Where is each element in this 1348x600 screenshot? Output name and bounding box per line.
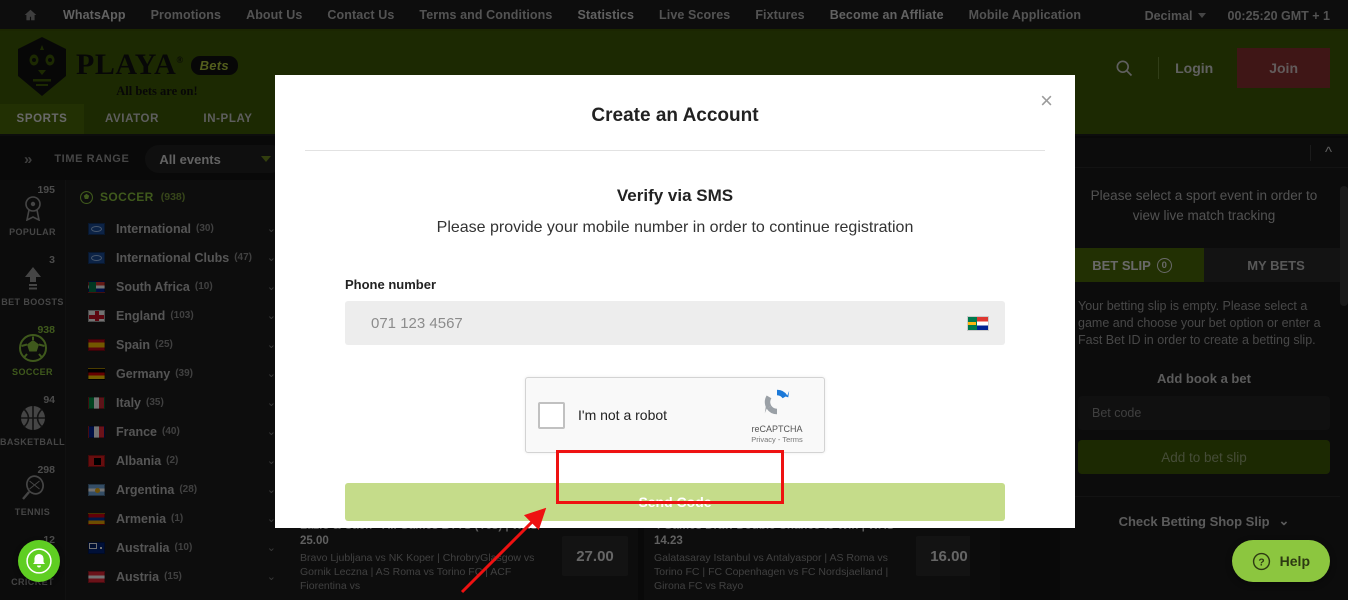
recaptcha-label: I'm not a robot <box>578 407 668 423</box>
bell-icon <box>26 548 52 574</box>
notification-bell-button[interactable] <box>18 540 60 582</box>
recaptcha-logo-icon <box>764 389 790 414</box>
app-root: WhatsApp Promotions About Us Contact Us … <box>0 0 1348 600</box>
phone-number-placeholder: 071 123 4567 <box>371 314 463 332</box>
recaptcha-legal-links[interactable]: Privacy - Terms <box>742 435 812 444</box>
help-label: Help <box>1279 553 1310 569</box>
svg-text:?: ? <box>1258 557 1264 568</box>
verify-description: Please provide your mobile number in ord… <box>436 219 914 236</box>
modal-title: Create an Account <box>591 105 759 126</box>
phone-number-input[interactable]: 071 123 4567 <box>345 301 1005 345</box>
help-widget-button[interactable]: ? Help <box>1231 540 1330 582</box>
recaptcha-checkbox[interactable] <box>538 401 565 429</box>
close-icon[interactable]: × <box>1040 90 1053 112</box>
recaptcha-widget[interactable]: I'm not a robot reCAPTCHA Privacy - Term… <box>525 377 825 453</box>
send-code-button[interactable]: Send Code <box>345 483 1005 521</box>
recaptcha-brand-name: reCAPTCHA <box>751 423 803 434</box>
create-account-modal: × Create an Account Verify via SMS Pleas… <box>275 75 1075 528</box>
verify-heading: Verify via SMS <box>616 186 734 205</box>
question-mark-icon: ? <box>1252 552 1270 570</box>
za-flag-icon[interactable] <box>967 315 989 331</box>
phone-number-label: Phone number <box>345 277 437 292</box>
recaptcha-brand: reCAPTCHA Privacy - Terms <box>742 387 812 444</box>
modal-divider <box>305 150 1045 151</box>
